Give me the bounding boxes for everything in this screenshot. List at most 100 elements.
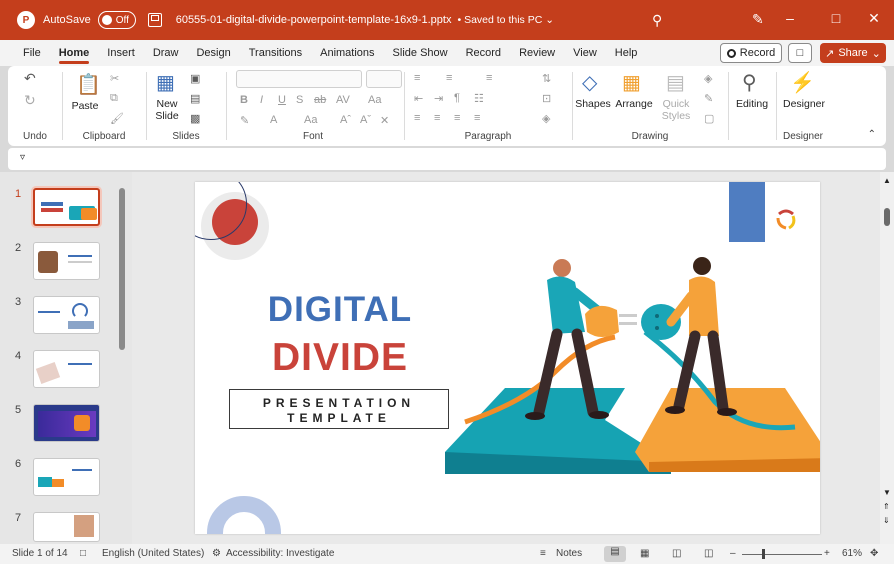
scroll-up-icon[interactable]: ▲	[883, 176, 891, 185]
tab-insert[interactable]: Insert	[98, 40, 144, 66]
italic-icon[interactable]: I	[260, 94, 263, 106]
fit-to-window-icon[interactable]: ✥	[870, 548, 878, 559]
copy-icon[interactable]: ⧉	[110, 92, 118, 105]
new-slide-label[interactable]: New Slide	[150, 98, 184, 122]
shapes-icon[interactable]: ◇	[582, 70, 597, 95]
paste-label[interactable]: Paste	[70, 100, 100, 112]
bullets-icon[interactable]: ≡	[414, 72, 420, 84]
columns-icon[interactable]: ☷	[474, 92, 484, 105]
search-icon[interactable]: ⚲	[652, 12, 662, 29]
underline-icon[interactable]: U	[278, 94, 286, 106]
decrease-font-icon[interactable]: Aˇ	[360, 114, 371, 126]
align-left-icon[interactable]: ≡	[414, 112, 420, 124]
canvas-scrollbar-thumb[interactable]	[884, 208, 890, 226]
close-icon[interactable]: ✕	[864, 10, 884, 27]
scroll-down-icon[interactable]: ▼	[883, 488, 891, 497]
slide-thumbnail-1[interactable]	[33, 188, 100, 226]
comments-button[interactable]: □	[788, 43, 812, 63]
redo-icon[interactable]: ↻	[24, 92, 36, 109]
accessibility-icon[interactable]: ⚙	[212, 548, 221, 559]
shape-fill-icon[interactable]: ◈	[704, 72, 712, 85]
document-title[interactable]: 60555-01-digital-divide-powerpoint-templ…	[176, 14, 452, 26]
zoom-slider-thumb[interactable]	[762, 549, 765, 559]
tab-slide-show[interactable]: Slide Show	[384, 40, 457, 66]
strikethrough-icon[interactable]: ab	[314, 94, 326, 106]
slide-title-line2[interactable]: DIVIDE	[245, 336, 435, 380]
autosave-toggle[interactable]: Off	[97, 11, 136, 29]
format-painter-icon[interactable]: 🖌	[110, 112, 124, 125]
next-slide-icon[interactable]: ⇓	[883, 516, 890, 525]
bold-icon[interactable]: B	[240, 94, 248, 106]
tab-animations[interactable]: Animations	[311, 40, 383, 66]
font-size-select[interactable]	[366, 70, 402, 88]
notes-page-icon[interactable]: □	[80, 548, 86, 559]
quick-styles-label[interactable]: Quick Styles	[656, 98, 696, 122]
slide-thumbnail-3[interactable]	[33, 296, 100, 334]
character-spacing-icon[interactable]: AV	[336, 94, 350, 106]
zoom-slider[interactable]	[742, 554, 822, 555]
align-text-icon[interactable]: ⊡	[542, 92, 551, 105]
shapes-label[interactable]: Shapes	[574, 98, 612, 110]
record-button[interactable]: Record	[720, 43, 782, 63]
font-color-icon[interactable]: A	[270, 114, 277, 126]
text-effects-icon[interactable]: Aa	[304, 114, 317, 126]
paste-icon[interactable]: 📋	[76, 72, 101, 97]
quick-styles-icon[interactable]: ▤	[666, 70, 685, 95]
undo-icon[interactable]: ↶	[24, 70, 36, 87]
save-icon[interactable]	[147, 13, 162, 27]
zoom-in-icon[interactable]: +	[824, 548, 830, 559]
reset-icon[interactable]: ▤	[190, 92, 200, 105]
tab-transitions[interactable]: Transitions	[240, 40, 311, 66]
slide-thumbnail-2[interactable]	[33, 242, 100, 280]
text-direction-icon[interactable]: ⇅	[542, 72, 551, 85]
tab-review[interactable]: Review	[510, 40, 564, 66]
shape-outline-icon[interactable]: ✎	[704, 92, 713, 105]
slide-title-line1[interactable]: DIGITAL	[245, 290, 435, 330]
tab-design[interactable]: Design	[187, 40, 239, 66]
tab-file[interactable]: File	[14, 40, 50, 66]
notes-icon[interactable]: ≡	[540, 548, 546, 559]
rtl-icon[interactable]: ¶	[454, 92, 460, 104]
maximize-icon[interactable]: □	[826, 10, 846, 26]
clear-format-icon[interactable]: ✕	[380, 114, 389, 127]
share-button[interactable]: ↗ Share ⌄	[820, 43, 886, 63]
font-family-select[interactable]	[236, 70, 362, 88]
customize-qat-icon[interactable]: ▿	[20, 152, 25, 163]
subtitle-box[interactable]: PRESENTATION TEMPLATE	[229, 389, 449, 429]
shadow-icon[interactable]: S	[296, 94, 303, 106]
accessibility-status[interactable]: Accessibility: Investigate	[226, 548, 334, 559]
slide-thumbnail-7[interactable]	[33, 512, 100, 542]
slideshow-icon[interactable]: ◫	[704, 548, 713, 559]
new-slide-icon[interactable]: ▦	[156, 70, 175, 95]
justify-icon[interactable]: ≡	[474, 112, 480, 124]
decrease-indent-icon[interactable]: ⇤	[414, 92, 423, 105]
smartart-icon[interactable]: ◈	[542, 112, 550, 125]
increase-indent-icon[interactable]: ⇥	[434, 92, 443, 105]
shape-effects-icon[interactable]: ▢	[704, 112, 714, 125]
chevron-down-icon[interactable]: ⌄	[872, 47, 881, 60]
change-case-icon[interactable]: Aa	[368, 94, 381, 106]
slide-thumbnail-6[interactable]	[33, 458, 100, 496]
highlight-icon[interactable]: ✎	[240, 114, 249, 127]
previous-slide-icon[interactable]: ⇑	[883, 502, 890, 511]
designer-icon[interactable]: ⚡	[790, 70, 815, 95]
tab-help[interactable]: Help	[606, 40, 647, 66]
increase-font-icon[interactable]: Aˆ	[340, 114, 351, 126]
language-status[interactable]: English (United States)	[102, 548, 204, 559]
tab-draw[interactable]: Draw	[144, 40, 188, 66]
slide-1[interactable]: DIGITAL DIVIDE PRESENTATION TEMPLATE	[195, 182, 820, 534]
tab-home[interactable]: Home	[50, 40, 99, 66]
reading-view-icon[interactable]: ◫	[672, 548, 681, 559]
slide-thumbnail-4[interactable]	[33, 350, 100, 388]
editing-label[interactable]: Editing	[730, 98, 774, 110]
layout-icon[interactable]: ▣	[190, 72, 200, 85]
zoom-level[interactable]: 61%	[842, 548, 862, 559]
tab-record[interactable]: Record	[457, 40, 510, 66]
pen-icon[interactable]: ✎	[752, 11, 764, 28]
arrange-icon[interactable]: ▦	[622, 70, 641, 95]
notes-button[interactable]: Notes	[556, 548, 582, 559]
thumbnails-scrollbar[interactable]	[119, 188, 125, 350]
line-spacing-icon[interactable]: ≡	[486, 72, 492, 84]
align-right-icon[interactable]: ≡	[454, 112, 460, 124]
section-icon[interactable]: ▩	[190, 112, 200, 125]
